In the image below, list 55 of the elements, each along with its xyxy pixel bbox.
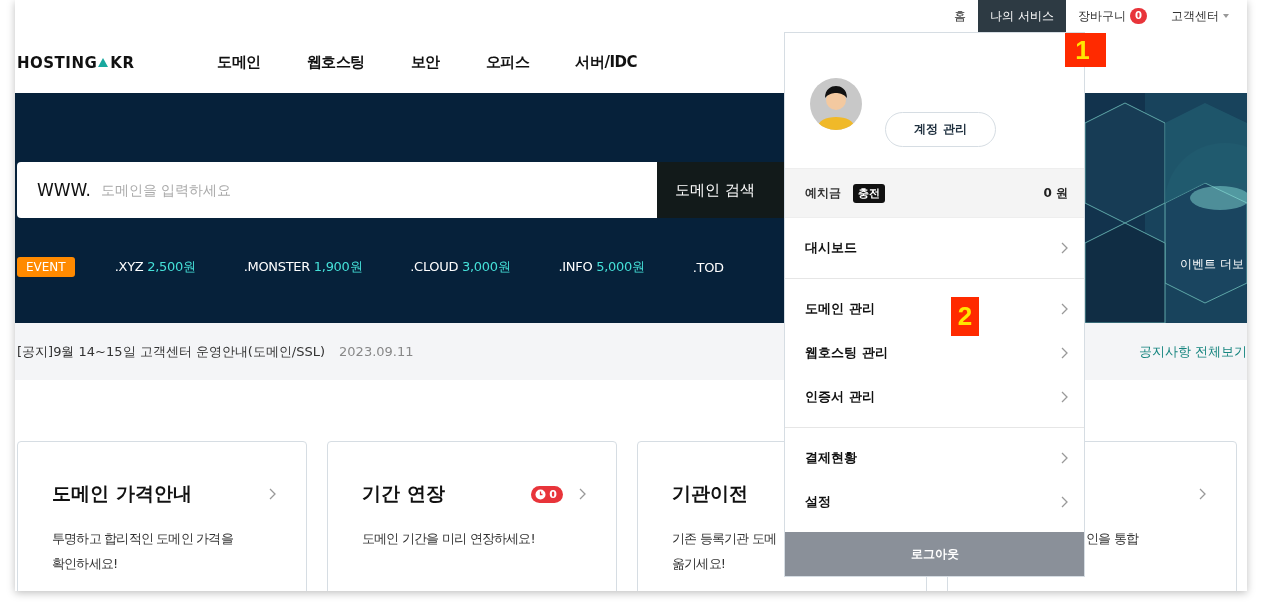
menu-item[interactable]: 대시보드 [805,239,857,258]
card-description: 확인하세요! [52,555,119,573]
avatar-icon [810,78,862,130]
chevron-right-icon [1061,242,1068,255]
service-card[interactable]: 도메인 가격안내 투명하고 합리적인 도메인 가격을 확인하세요! [17,441,307,591]
nav-item[interactable]: 보안 [411,53,440,72]
chevron-right-icon [1061,303,1068,316]
notice-more-link[interactable]: 공지사항 전체보기 [1138,342,1247,361]
menu-item[interactable]: 도메인 관리 [805,300,875,319]
card-description: 투명하고 합리적인 도메인 가격을 [52,530,234,548]
chevron-right-icon [1061,496,1068,509]
account-manage-button[interactable]: 계정 관리 [885,112,996,147]
event-price[interactable]: .INFO 5,000원 [558,258,645,276]
card-description: 기존 등록기관 도메 [672,530,778,548]
event-more-link[interactable]: 이벤트 더보 [1180,256,1244,273]
nav-item[interactable]: 웹호스팅 [307,53,365,72]
top-link[interactable]: 나의 서비스 [978,0,1067,32]
chevron-right-icon [1061,347,1068,360]
charge-button[interactable]: 충전 [853,183,885,203]
card-description: 도메인 기간을 미리 연장하세요! [362,530,536,548]
event-price[interactable]: .CLOUD 3,000원 [410,258,511,276]
top-link[interactable]: 고객센터 [1159,0,1241,32]
search-field[interactable]: WWW. 도메인을 입력하세요 [17,162,657,218]
count-badge: 0 [531,485,563,503]
event-price[interactable]: .MONSTER 1,900원 [243,258,363,276]
card-title: 도메인 가격안내 [52,481,192,506]
number-callout-tooltip: 1 [1065,33,1106,67]
nav-item[interactable]: 도메인 [217,53,261,72]
nav-item[interactable]: 서버/IDC [575,53,637,72]
menu-item[interactable]: 인증서 관리 [805,388,875,407]
top-link[interactable]: 장바구니 0 [1066,0,1159,32]
logo[interactable]: HOSTING KR [17,53,135,72]
menu-item[interactable]: 설정 [805,493,831,512]
menu-item[interactable]: 결제현황 [805,449,857,468]
menu-item[interactable]: 웹호스팅 관리 [805,344,888,363]
card-description: 인을 통합 [1086,530,1140,548]
event-price[interactable]: .XYZ 2,500원 [114,258,196,276]
event-tag: EVENT [17,257,75,277]
top-link[interactable]: 홈 [942,0,979,32]
card-title: 기관이전 [672,481,748,506]
deposit-label: 예치금 [805,184,841,202]
event-price[interactable]: .TOD [692,259,724,275]
url-prefix: WWW. [37,180,91,200]
card-description: 옮기세요! [672,555,727,573]
service-card[interactable]: 기간 연장 0 도메인 기간을 미리 연장하세요! [327,441,617,591]
nav-item[interactable]: 오피스 [486,53,530,72]
card-title: 기간 연장 [362,481,445,506]
chevron-right-icon [1061,391,1068,404]
deposit-amount: 0 원 [1043,184,1068,202]
notice-date: 2023.09.11 [339,344,414,359]
notice-text[interactable]: [공지]9월 14~15일 고객센터 운영안내(도메인/SSL) [17,342,326,361]
number-callout-tooltip: 2 [951,297,979,336]
count-badge: 0 [1130,8,1147,24]
chevron-right-icon [1061,452,1068,465]
search-button[interactable]: 도메인 검색 [657,162,785,218]
